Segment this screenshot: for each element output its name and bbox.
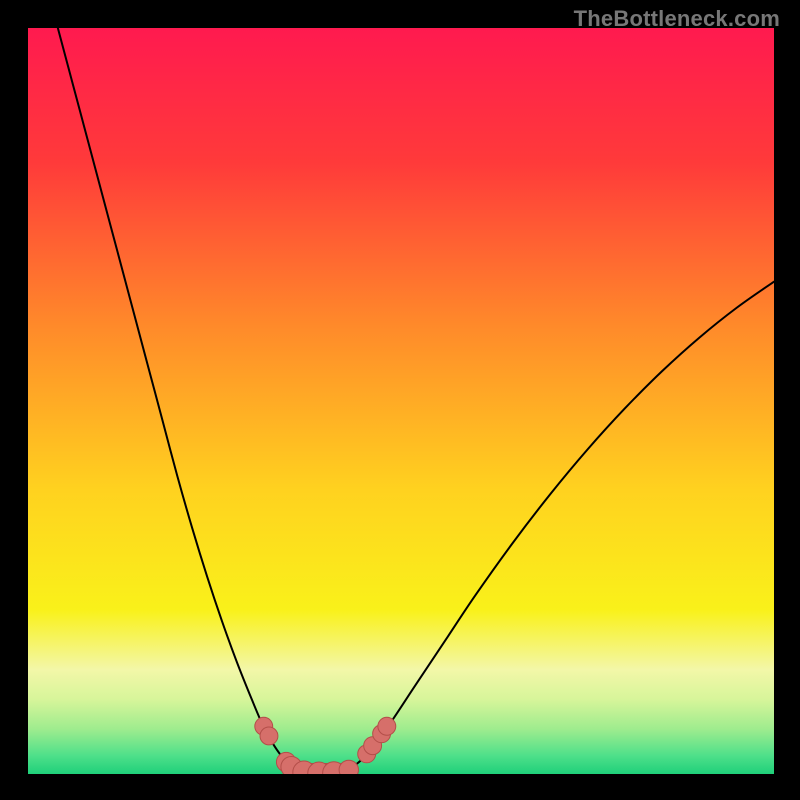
watermark-text: TheBottleneck.com xyxy=(574,6,780,32)
chart-stage: TheBottleneck.com xyxy=(0,0,800,800)
plot-area xyxy=(28,28,774,774)
data-marker xyxy=(339,760,358,774)
chart-svg xyxy=(28,28,774,774)
data-marker xyxy=(378,717,396,735)
data-marker xyxy=(260,727,278,745)
bottleneck-curve xyxy=(58,28,774,773)
